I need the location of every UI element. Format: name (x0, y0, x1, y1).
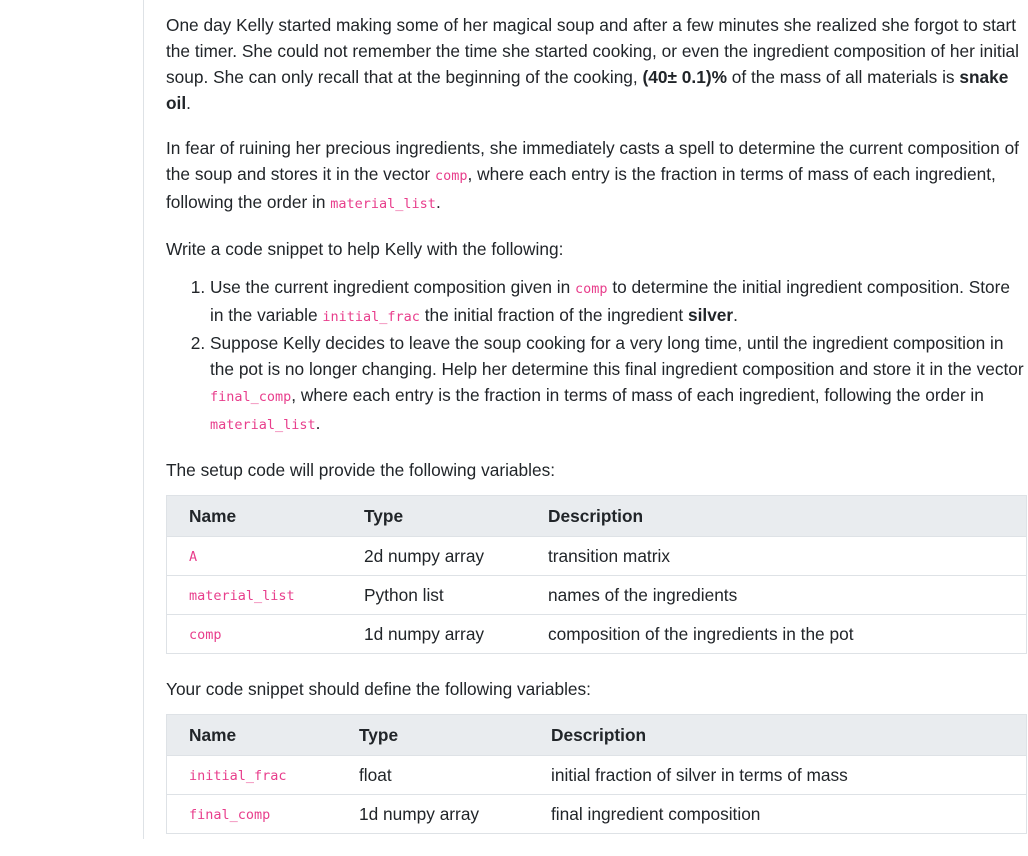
variable-name-cell: material_list (166, 575, 342, 615)
task-list: Use the current ingredient composition g… (166, 274, 1024, 438)
variable-type: 1d numpy array (342, 614, 526, 654)
silver-term: silver (687, 305, 734, 325)
code-comp: comp (434, 168, 468, 184)
intro-text: . (435, 192, 441, 212)
intro-paragraph-2: In fear of ruining her precious ingredie… (166, 135, 1024, 217)
code-material-list: material_list (210, 417, 316, 433)
table-header-row: Name Type Description (166, 714, 1027, 756)
column-header-name: Name (166, 495, 342, 537)
sidebar-divider (143, 0, 144, 839)
intro-text: of the mass of all materials is (726, 67, 960, 87)
variable-description: transition matrix (526, 536, 1027, 576)
setup-variables-table: Name Type Description A 2d numpy array t… (166, 495, 1027, 654)
intro-paragraph-1: One day Kelly started making some of her… (166, 12, 1024, 116)
variable-type: 2d numpy array (342, 536, 526, 576)
variable-name-cell: A (166, 536, 342, 576)
task-text: the initial fraction of the ingredient (419, 305, 688, 325)
snake-oil-percentage: (40± 0.1)% (642, 67, 727, 87)
table-row: comp 1d numpy array composition of the i… (166, 614, 1027, 654)
variable-description: composition of the ingredients in the po… (526, 614, 1027, 654)
column-header-description: Description (526, 495, 1027, 537)
variable-description: final ingredient composition (529, 794, 1027, 834)
variable-name: A (189, 549, 198, 565)
column-header-name: Name (166, 714, 337, 756)
code-initial-frac: initial_frac (322, 309, 420, 325)
column-header-description: Description (529, 714, 1027, 756)
variable-name: material_list (189, 588, 295, 604)
variable-name: initial_frac (189, 768, 287, 784)
column-header-type: Type (342, 495, 526, 537)
task-text: Use the current ingredient composition g… (210, 277, 576, 297)
variable-name-cell: initial_frac (166, 755, 337, 795)
task-item: Use the current ingredient composition g… (210, 274, 1024, 330)
task-item: Suppose Kelly decides to leave the soup … (210, 330, 1024, 438)
column-header-type: Type (337, 714, 529, 756)
variable-type: float (337, 755, 529, 795)
table-row: A 2d numpy array transition matrix (166, 536, 1027, 576)
variable-name: comp (189, 627, 222, 643)
variable-type: 1d numpy array (337, 794, 529, 834)
variable-description: names of the ingredients (526, 575, 1027, 615)
code-comp: comp (575, 281, 608, 297)
intro-text: . (186, 93, 191, 113)
define-variables-table: Name Type Description initial_frac float… (166, 714, 1027, 834)
table-row: final_comp 1d numpy array final ingredie… (166, 794, 1027, 834)
code-final-comp: final_comp (210, 389, 292, 405)
variable-name: final_comp (189, 807, 271, 823)
table-row: initial_frac float initial fraction of s… (166, 755, 1027, 795)
task-text: . (315, 413, 321, 433)
task-text: , where each entry is the fraction in te… (291, 385, 984, 405)
task-text: Suppose Kelly decides to leave the soup … (210, 333, 1024, 379)
define-heading: Your code snippet should define the foll… (166, 679, 591, 699)
variable-description: initial fraction of silver in terms of m… (529, 755, 1027, 795)
variable-type: Python list (342, 575, 526, 615)
task-text: . (733, 305, 738, 325)
table-header-row: Name Type Description (166, 495, 1027, 537)
setup-heading: The setup code will provide the followin… (166, 460, 556, 480)
problem-statement: One day Kelly started making some of her… (166, 12, 1027, 856)
variable-name-cell: final_comp (166, 794, 337, 834)
variable-name-cell: comp (166, 614, 342, 654)
table-row: material_list Python list names of the i… (166, 575, 1027, 615)
task-prompt: Write a code snippet to help Kelly with … (166, 239, 564, 259)
code-material-list: material_list (330, 196, 436, 212)
